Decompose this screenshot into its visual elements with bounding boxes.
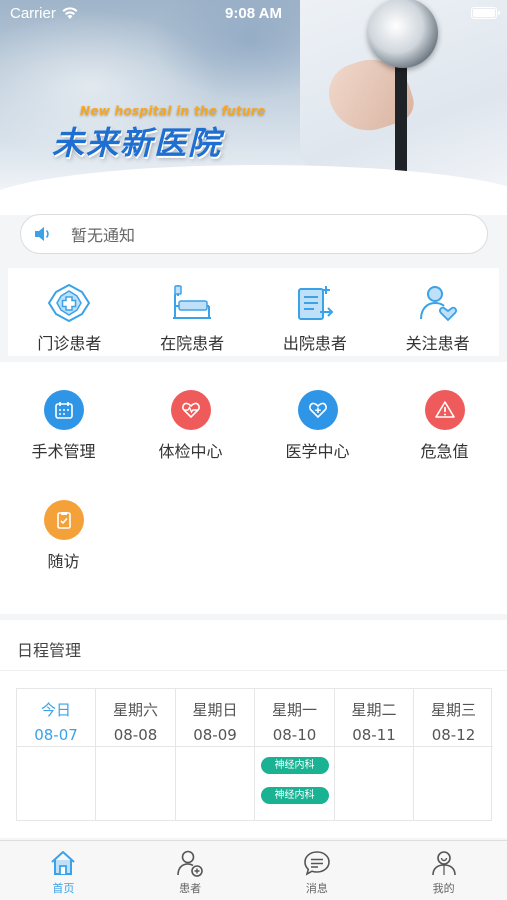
day-column[interactable]: 星期二 08-11 xyxy=(335,689,414,820)
day-column[interactable]: 星期日 08-09 xyxy=(176,689,255,820)
calendar-icon xyxy=(43,390,84,430)
inpatient-label: 在院患者 xyxy=(160,334,225,353)
followed-patients-label: 关注患者 xyxy=(405,334,470,353)
header-banner: New hospital in the future 未来新医院 xyxy=(0,0,507,215)
patient-category-row: 门诊患者 在院患者 出院患者 关注患者 xyxy=(8,268,499,356)
physical-exam-center-label: 体检中心 xyxy=(158,442,223,461)
tab-messages[interactable]: 消息 xyxy=(254,841,381,900)
outpatient-button[interactable]: 门诊患者 xyxy=(8,268,131,356)
surgery-management-label: 手术管理 xyxy=(31,442,96,461)
critical-value-button[interactable]: 危急值 xyxy=(381,390,507,462)
follow-up-label: 随访 xyxy=(47,552,80,571)
followed-patient-icon xyxy=(419,286,457,322)
profile-icon xyxy=(431,851,456,876)
day-date: 08-11 xyxy=(352,726,396,744)
discharged-label: 出院患者 xyxy=(282,334,347,353)
notice-bar[interactable]: 暂无通知 xyxy=(20,214,488,254)
tab-home[interactable]: 首页 xyxy=(0,841,127,900)
schedule-event-tag[interactable]: 神经内科 xyxy=(260,757,329,774)
speaker-icon xyxy=(35,227,49,241)
patient-icon xyxy=(177,850,203,877)
day-name: 星期三 xyxy=(430,701,476,719)
heartbeat-icon xyxy=(170,390,211,430)
surgery-management-button[interactable]: 手术管理 xyxy=(0,390,127,462)
tab-messages-label: 消息 xyxy=(305,882,328,895)
day-name: 星期日 xyxy=(192,701,238,719)
warning-icon xyxy=(424,390,465,430)
day-name: 星期六 xyxy=(112,701,158,719)
slogan-english: New hospital in the future xyxy=(80,104,266,118)
schedule-table: 今日 08-07 星期六 08-08 星期日 08-09 星期一 08-10 神… xyxy=(16,688,493,821)
battery-icon xyxy=(471,7,500,19)
physical-exam-center-button[interactable]: 体检中心 xyxy=(127,390,254,462)
tab-patients-label: 患者 xyxy=(179,882,202,895)
day-column[interactable]: 星期六 08-08 xyxy=(96,689,176,820)
follow-up-button[interactable]: 随访 xyxy=(0,500,127,572)
slogan-chinese: 未来新医院 xyxy=(52,124,223,162)
status-bar: Carrier 9:08 AM xyxy=(0,0,507,28)
bottom-tab-bar: 首页 患者 消息 我的 xyxy=(0,840,507,900)
tab-profile-label: 我的 xyxy=(432,882,455,895)
day-column-today[interactable]: 今日 08-07 xyxy=(17,689,96,820)
home-icon xyxy=(51,851,76,875)
day-name: 星期一 xyxy=(271,701,317,719)
discharge-icon xyxy=(297,286,334,320)
day-date: 08-09 xyxy=(193,726,237,744)
tab-home-label: 首页 xyxy=(52,882,75,895)
followed-patients-button[interactable]: 关注患者 xyxy=(376,268,499,356)
notice-text: 暂无通知 xyxy=(71,226,136,245)
critical-value-label: 危急值 xyxy=(420,442,469,461)
inpatient-bed-icon xyxy=(173,285,212,319)
function-grid: 手术管理 体检中心 医学中心 危急值 随访 xyxy=(0,362,507,614)
message-icon xyxy=(304,851,330,876)
day-column[interactable]: 星期三 08-12 xyxy=(414,689,493,820)
schedule-section: 日程管理 今日 08-07 星期六 08-08 星期日 08-09 星期一 08… xyxy=(0,620,507,838)
schedule-title: 日程管理 xyxy=(17,641,82,660)
outpatient-icon xyxy=(48,283,91,323)
day-date: 08-08 xyxy=(113,726,158,744)
outpatient-label: 门诊患者 xyxy=(37,334,102,353)
day-date: 08-10 xyxy=(272,726,317,744)
day-name: 今日 xyxy=(40,701,71,719)
clock: 9:08 AM xyxy=(225,5,282,22)
day-name: 星期二 xyxy=(351,701,397,719)
medical-center-label: 医学中心 xyxy=(285,442,350,461)
medical-heart-icon xyxy=(297,390,338,430)
tab-patients[interactable]: 患者 xyxy=(127,841,254,900)
day-date: 08-12 xyxy=(431,726,476,744)
inpatient-button[interactable]: 在院患者 xyxy=(131,268,254,356)
tab-profile[interactable]: 我的 xyxy=(380,841,507,900)
day-column[interactable]: 星期一 08-10 神经内科 神经内科 xyxy=(255,689,335,820)
day-date: 08-07 xyxy=(34,726,78,744)
schedule-event-tag[interactable]: 神经内科 xyxy=(260,787,329,804)
checklist-icon xyxy=(43,500,84,540)
medical-center-button[interactable]: 医学中心 xyxy=(254,390,381,462)
discharged-button[interactable]: 出院患者 xyxy=(254,268,377,356)
